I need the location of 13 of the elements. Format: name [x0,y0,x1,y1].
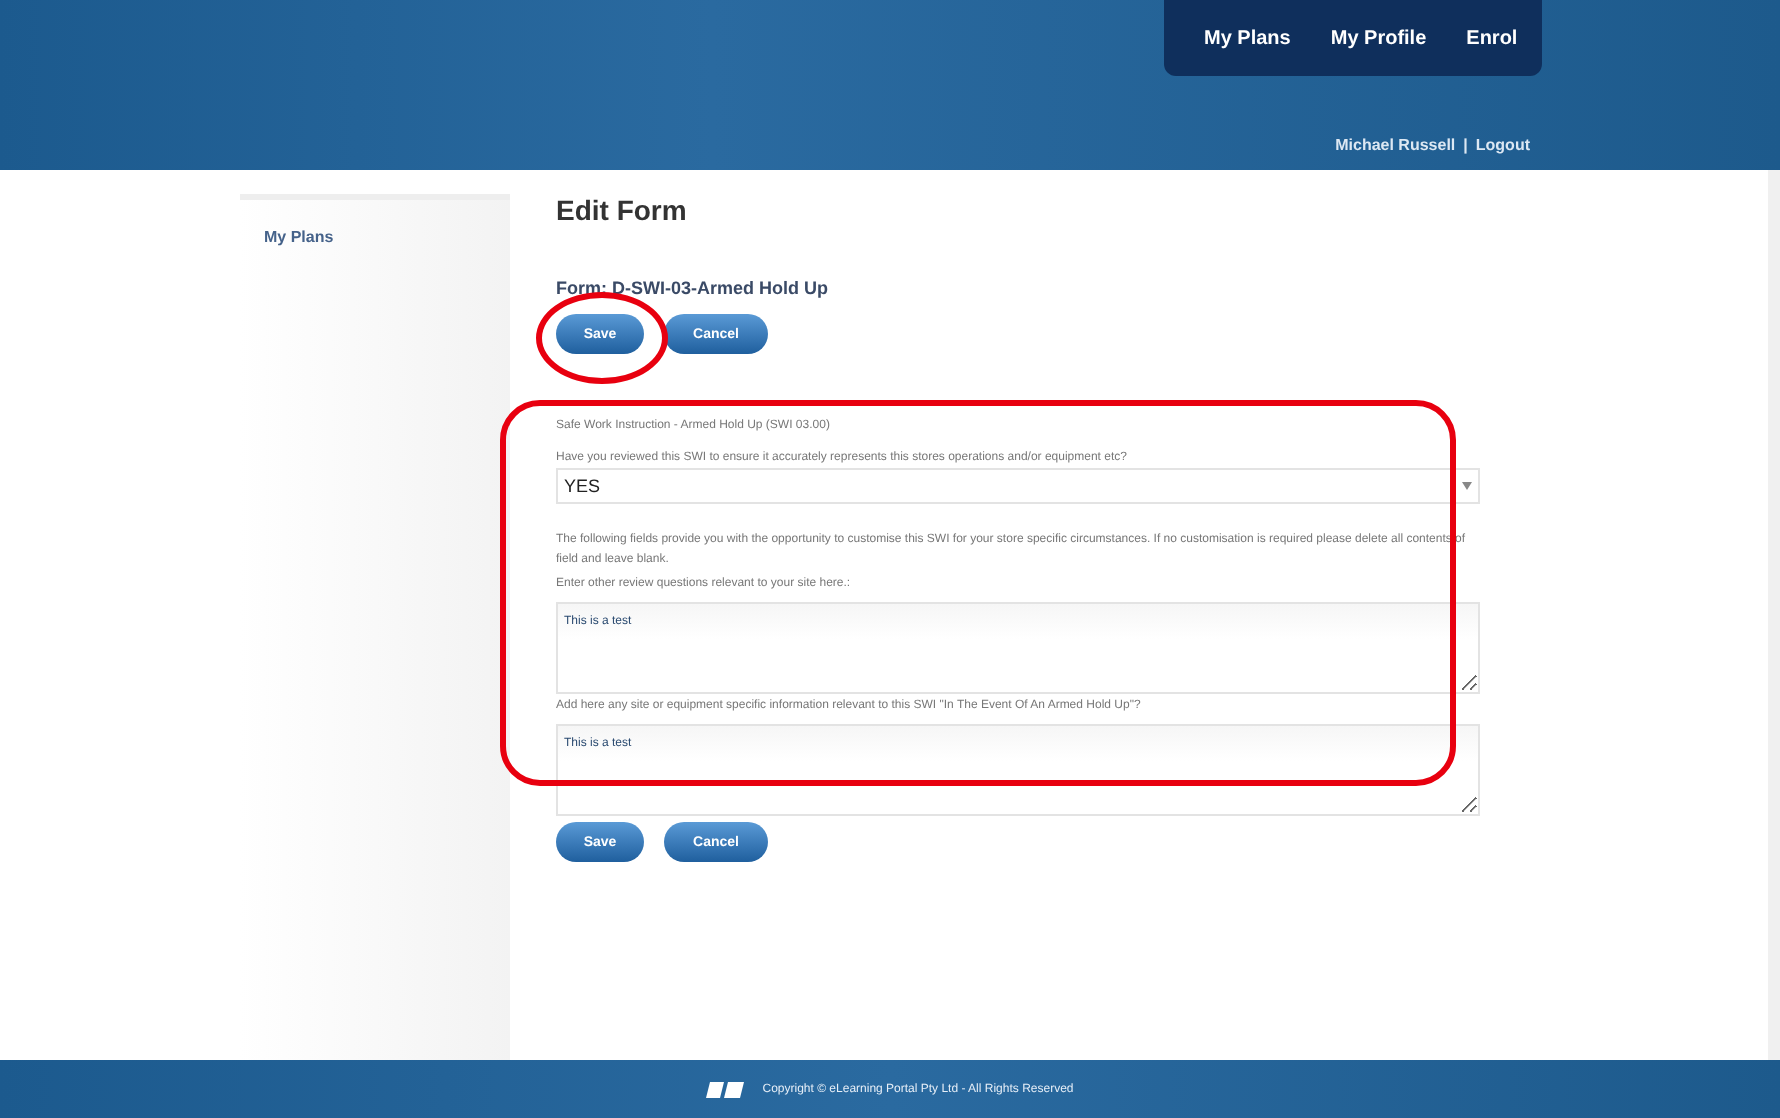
user-name: Michael Russell [1335,136,1456,154]
nav-link[interactable]: Enrol [1466,27,1518,49]
sidebar-item[interactable]: My Plans [264,228,334,246]
logout-link[interactable]: Logout [1475,136,1530,154]
separator: | [1463,136,1468,154]
nav-link[interactable]: My Profile [1330,27,1427,49]
form-name: Form: D-SWI-03-Armed Hold Up [556,278,830,298]
annotation-circle [536,292,668,384]
logo-icon [706,1079,747,1099]
nav-link[interactable]: My Plans [1204,27,1291,49]
caret-icon [1462,482,1472,490]
page-title: Edit Form [556,194,689,226]
select-field[interactable]: YES [556,468,1480,504]
